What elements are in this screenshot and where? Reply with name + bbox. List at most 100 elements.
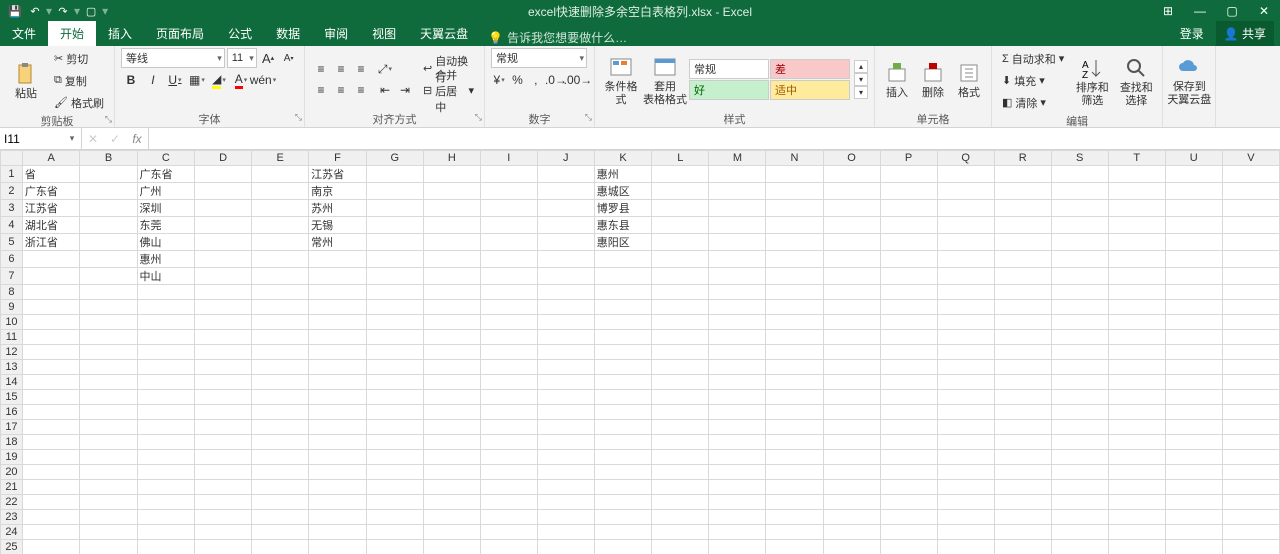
cell[interactable] (80, 234, 137, 251)
cell[interactable]: 惠城区 (594, 183, 652, 200)
cell[interactable] (80, 525, 137, 540)
cell[interactable] (1108, 315, 1165, 330)
cell[interactable] (880, 525, 937, 540)
font-name-combo[interactable]: 等线 (121, 48, 225, 68)
cell[interactable] (423, 285, 480, 300)
cell[interactable] (594, 480, 652, 495)
cell[interactable] (22, 525, 80, 540)
cell[interactable] (594, 300, 652, 315)
cell[interactable] (937, 450, 994, 465)
cell[interactable] (1108, 390, 1165, 405)
align-middle-button[interactable]: ≡ (331, 59, 351, 79)
save-icon[interactable]: 💾 (6, 2, 24, 20)
merge-center-button[interactable]: ⊟合并后居中 ▾ (419, 80, 478, 101)
cell[interactable] (137, 465, 195, 480)
cell[interactable] (1165, 420, 1222, 435)
cell[interactable] (652, 315, 709, 330)
cell[interactable] (709, 420, 766, 435)
cell[interactable] (1165, 234, 1222, 251)
cell[interactable] (80, 183, 137, 200)
name-box[interactable]: ▾ (0, 128, 82, 149)
row-header[interactable]: 22 (1, 495, 23, 510)
cell[interactable] (195, 540, 252, 554)
column-header[interactable]: A (22, 151, 80, 166)
styles-scroll-down[interactable]: ▾ (854, 73, 868, 86)
login-button[interactable]: 登录 (1172, 21, 1212, 46)
cell[interactable] (1051, 525, 1108, 540)
cell[interactable] (1051, 435, 1108, 450)
cell[interactable] (22, 435, 80, 450)
cell[interactable] (537, 450, 594, 465)
align-left-button[interactable]: ≡ (311, 80, 331, 100)
cell[interactable] (652, 450, 709, 465)
cell[interactable] (423, 234, 480, 251)
cell[interactable] (366, 217, 423, 234)
cell[interactable] (537, 480, 594, 495)
select-all-corner[interactable] (1, 151, 23, 166)
cell[interactable] (994, 375, 1051, 390)
cell[interactable] (252, 510, 309, 525)
cell[interactable] (937, 510, 994, 525)
cell[interactable] (1108, 234, 1165, 251)
cell[interactable] (709, 330, 766, 345)
cell[interactable] (1108, 375, 1165, 390)
cell[interactable] (1222, 217, 1279, 234)
cell[interactable] (766, 435, 823, 450)
cell[interactable] (309, 251, 367, 268)
cell[interactable] (366, 525, 423, 540)
cell[interactable] (22, 420, 80, 435)
row-header[interactable]: 11 (1, 330, 23, 345)
cell[interactable] (994, 495, 1051, 510)
cell[interactable] (80, 405, 137, 420)
cell[interactable] (1051, 285, 1108, 300)
cell[interactable] (366, 166, 423, 183)
cell[interactable] (537, 525, 594, 540)
cell[interactable] (1222, 480, 1279, 495)
cell[interactable] (252, 435, 309, 450)
cell[interactable] (880, 450, 937, 465)
cell[interactable] (480, 480, 537, 495)
cell[interactable] (1165, 285, 1222, 300)
cell[interactable] (1051, 183, 1108, 200)
cell[interactable] (1165, 300, 1222, 315)
row-header[interactable]: 12 (1, 345, 23, 360)
cell[interactable] (823, 360, 880, 375)
conditional-formatting-button[interactable]: 条件格式 (601, 53, 641, 105)
column-header[interactable]: P (880, 151, 937, 166)
cell[interactable] (195, 390, 252, 405)
cell[interactable] (423, 405, 480, 420)
cell[interactable] (195, 300, 252, 315)
cell[interactable] (252, 405, 309, 420)
cell[interactable] (423, 510, 480, 525)
cell[interactable] (366, 465, 423, 480)
cell[interactable] (1108, 435, 1165, 450)
column-header[interactable]: H (423, 151, 480, 166)
cell[interactable] (80, 390, 137, 405)
cell[interactable] (766, 510, 823, 525)
cell[interactable] (1051, 360, 1108, 375)
cell[interactable] (423, 360, 480, 375)
cell[interactable] (652, 540, 709, 554)
column-header[interactable]: K (594, 151, 652, 166)
autosum-button[interactable]: Σ自动求和 ▾ (998, 48, 1068, 69)
cell[interactable] (1165, 345, 1222, 360)
cell[interactable] (309, 480, 367, 495)
cell[interactable] (480, 360, 537, 375)
cell[interactable] (652, 480, 709, 495)
row-header[interactable]: 4 (1, 217, 23, 234)
cell[interactable] (1165, 330, 1222, 345)
cell[interactable] (195, 450, 252, 465)
cell[interactable] (423, 435, 480, 450)
cell[interactable] (537, 268, 594, 285)
row-header[interactable]: 13 (1, 360, 23, 375)
cell[interactable] (1051, 450, 1108, 465)
row-header[interactable]: 5 (1, 234, 23, 251)
cell[interactable] (994, 420, 1051, 435)
cell[interactable] (80, 200, 137, 217)
italic-button[interactable]: I (143, 70, 163, 90)
cell[interactable] (1222, 285, 1279, 300)
cell[interactable] (366, 251, 423, 268)
cell[interactable] (937, 300, 994, 315)
cell[interactable] (480, 405, 537, 420)
cell[interactable] (80, 435, 137, 450)
